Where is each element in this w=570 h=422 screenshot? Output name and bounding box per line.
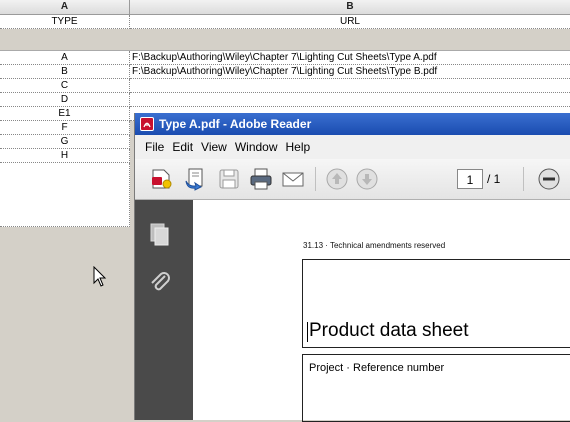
open-icon[interactable] <box>183 167 207 191</box>
column-header-a[interactable]: A <box>0 0 130 15</box>
pdf-document-page[interactable]: 31.13 · Technical amendments reserved Pr… <box>193 200 570 422</box>
print-icon[interactable] <box>249 167 273 191</box>
project-box: Project · Reference number <box>302 354 570 422</box>
menu-edit[interactable]: Edit <box>168 135 197 159</box>
next-page-icon[interactable] <box>355 167 379 191</box>
cell-type-h[interactable]: H <box>0 149 130 163</box>
toolbar-separator <box>523 167 524 191</box>
column-header-b[interactable]: B <box>130 0 570 15</box>
cell-type-g[interactable]: G <box>0 135 130 149</box>
menu-help[interactable]: Help <box>282 135 315 159</box>
create-pdf-icon[interactable] <box>149 167 173 191</box>
page-number-input[interactable]: 1 <box>457 169 483 189</box>
toolbar: 1 / 1 <box>135 159 570 200</box>
project-reference-label: Project · Reference number <box>309 362 445 374</box>
cell-type-a[interactable]: A <box>0 51 130 65</box>
cell-type-c[interactable]: C <box>0 79 130 93</box>
menu-bar: File Edit View Window Help <box>135 135 570 159</box>
window-title: Type A.pdf - Adobe Reader <box>159 117 312 131</box>
text-caret <box>307 322 308 342</box>
menu-file[interactable]: File <box>141 135 168 159</box>
zoom-out-icon[interactable] <box>537 167 561 191</box>
cell-url-c[interactable] <box>130 79 570 93</box>
cell-type-e1[interactable]: E1 <box>0 107 130 121</box>
mouse-cursor-icon <box>93 266 107 287</box>
cell-type-b[interactable]: B <box>0 65 130 79</box>
spacer-row <box>0 36 570 51</box>
pdf-file-icon <box>140 117 154 131</box>
pages-icon[interactable] <box>147 220 173 246</box>
menu-window[interactable]: Window <box>231 135 282 159</box>
toolbar-separator <box>315 167 316 191</box>
attachments-icon[interactable] <box>147 270 173 296</box>
title-box: Product data sheet <box>302 259 570 348</box>
email-icon[interactable] <box>281 167 305 191</box>
doc-header-text: 31.13 · Technical amendments reserved <box>303 241 446 250</box>
save-icon[interactable] <box>217 167 241 191</box>
cell-url-header[interactable]: URL <box>130 15 570 29</box>
cell-url-a[interactable]: F:\Backup\Authoring\Wiley\Chapter 7\Ligh… <box>130 51 570 65</box>
previous-page-icon[interactable] <box>325 167 349 191</box>
navigation-panel <box>135 200 193 420</box>
page-count: / 1 <box>487 172 501 186</box>
adobe-reader-window[interactable]: Type A.pdf - Adobe Reader File Edit View Wi… <box>134 113 570 422</box>
document-title: Product data sheet <box>309 320 469 341</box>
cell-type-header[interactable]: TYPE <box>0 15 130 29</box>
cell-empty-a[interactable] <box>0 163 130 227</box>
cell-type-f[interactable]: F <box>0 121 130 135</box>
title-bar[interactable]: Type A.pdf - Adobe Reader <box>135 113 570 135</box>
menu-view[interactable]: View <box>197 135 231 159</box>
cell-url-d[interactable] <box>130 93 570 107</box>
cell-url-b[interactable]: F:\Backup\Authoring\Wiley\Chapter 7\Ligh… <box>130 65 570 79</box>
cell-type-d[interactable]: D <box>0 93 130 107</box>
